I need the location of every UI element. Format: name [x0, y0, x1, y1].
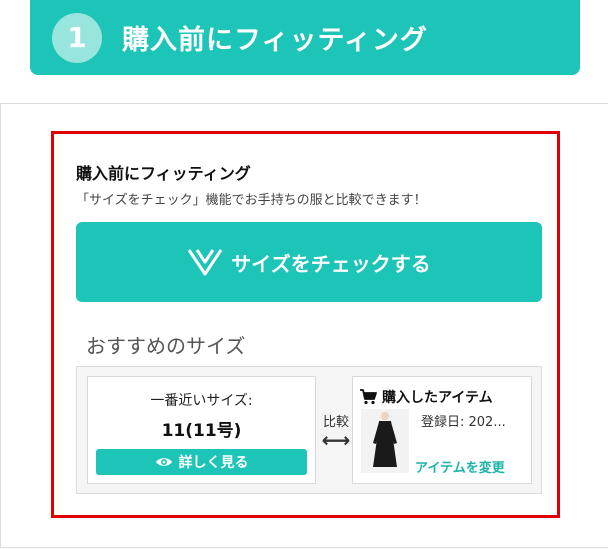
purchased-item-header: 購入したアイテム: [359, 387, 493, 407]
widget-title: 購入前にフィッティング: [76, 164, 251, 183]
closest-size-value: 11(11号): [161, 421, 242, 441]
cart-icon: [360, 389, 377, 405]
step-number-badge: 1: [52, 12, 102, 63]
step-title: 購入前にフィッティング: [122, 25, 428, 56]
recommended-size-heading: おすすめのサイズ: [86, 334, 246, 358]
item-thumbnail: [361, 409, 409, 473]
check-size-button[interactable]: サイズをチェックする: [76, 222, 542, 302]
double-arrow-icon: ⟷: [321, 428, 351, 452]
change-item-link[interactable]: アイテムを変更: [415, 457, 505, 476]
registration-date: 登録日: 202...: [421, 415, 506, 430]
compare-indicator: 比較 ⟷: [319, 411, 353, 450]
check-size-button-label: サイズをチェックする: [231, 251, 431, 276]
closest-size-card: 一番近いサイズ: 11(11号) 詳しく見る: [87, 376, 316, 484]
view-details-label: 詳しく見る: [178, 455, 249, 471]
step-header: 1 購入前にフィッティング: [30, 0, 580, 75]
widget-subtitle: 「サイズをチェック」機能でお手持ちの服と比較できます！: [76, 193, 427, 208]
dress-thumbnail: [361, 409, 409, 473]
eye-icon: [155, 458, 172, 466]
purchased-item-card: 購入したアイテム 登録日: 202... アイテムを変更: [352, 376, 532, 484]
fitting-widget: 購入前にフィッティング 「サイズをチェック」機能でお手持ちの服と比較できます！ …: [51, 131, 560, 518]
purchased-item-title: 購入したアイテム: [382, 390, 493, 406]
size-compare-box: 一番近いサイズ: 11(11号) 詳しく見る 比較 ⟷ 購入したアイテム 登録日…: [76, 366, 542, 494]
v-logo-icon: [188, 249, 223, 276]
view-details-button[interactable]: 詳しく見る: [96, 449, 307, 475]
closest-size-label: 一番近いサイズ:: [150, 393, 253, 409]
